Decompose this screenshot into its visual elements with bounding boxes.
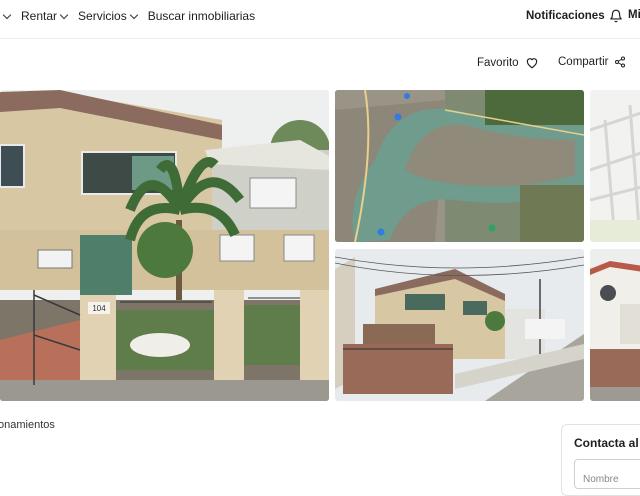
chevron-down-icon [129,10,138,19]
bell-icon [609,9,622,23]
share-button[interactable]: Compartir [558,56,626,68]
nav-comprar[interactable]: r [0,9,12,23]
name-field[interactable] [574,459,640,489]
main-nav: r Rentar Servicios Buscar inmobiliarias [0,0,266,32]
nav-buscar-inmobiliarias[interactable]: Buscar inmobiliarias [148,9,255,23]
street-map-image [590,90,640,242]
nav-buscar-label: Buscar inmobiliarias [147,9,256,23]
contact-title: Contacta al a [574,436,640,450]
notifications-label: Notificaciones [526,10,605,22]
amenities-heading: onamientos [0,419,55,431]
chevron-down-icon [2,10,12,19]
house-facade-image: 104 [0,90,329,401]
neighbor-house-photo[interactable] [590,249,640,401]
nav-rentar-label: Rentar [21,9,58,23]
house-number: 104 [92,304,106,313]
account-label: Mi [628,9,640,21]
share-label: Compartir [558,56,609,68]
nav-rentar[interactable]: Rentar [21,9,69,23]
heart-icon [526,58,537,69]
street-map-photo[interactable] [590,90,640,242]
top-navbar: r Rentar Servicios Buscar inmobiliarias … [0,0,640,39]
contact-agent-card: Contacta al a [561,424,640,496]
notifications-button[interactable]: Notificaciones [526,9,623,23]
neighbor-house-image [590,249,640,401]
aerial-map-photo[interactable] [335,90,584,242]
favorite-button[interactable]: Favorito [477,56,539,69]
chevron-down-icon [59,10,69,19]
favorite-label: Favorito [477,56,519,69]
account-menu[interactable]: Mi [628,9,640,21]
street-view-photo[interactable] [335,249,584,401]
share-icon [615,56,626,68]
main-property-photo[interactable]: 104 [0,90,329,401]
nav-servicios-label: Servicios [78,9,127,23]
partial-text-fragment [0,472,40,480]
nav-servicios[interactable]: Servicios [78,9,138,23]
street-view-image [335,249,584,401]
satellite-map-image [335,90,584,242]
